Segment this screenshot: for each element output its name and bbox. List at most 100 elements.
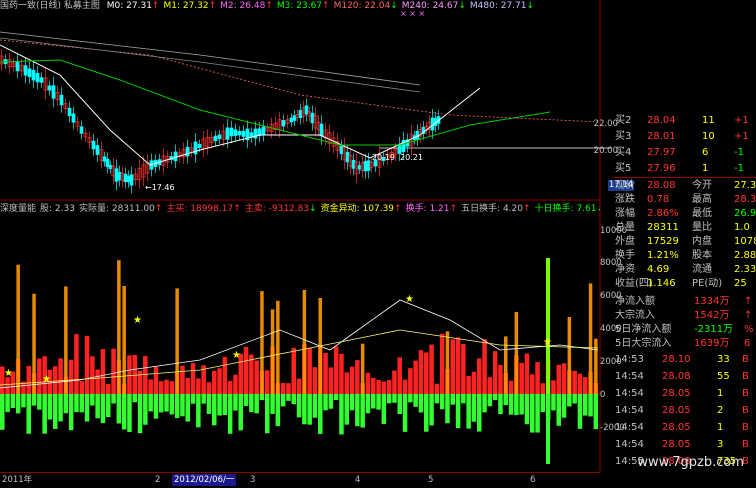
volume-bar-down [471, 394, 477, 422]
candle [31, 69, 36, 81]
price-label: 20.21 [400, 153, 423, 162]
candle [173, 151, 178, 162]
volume-bar-up [307, 347, 312, 394]
candle [47, 85, 52, 91]
signal-star: ★ [543, 337, 552, 348]
volume-bar-down [31, 394, 37, 406]
candle [233, 129, 238, 136]
volume-bar-up [106, 383, 111, 394]
volume-bar-up [265, 370, 270, 394]
orderbook-price: 27.97 [647, 147, 676, 158]
volume-bar-down [461, 394, 466, 404]
ma-line [0, 37, 421, 93]
volume-bar-up [190, 363, 196, 394]
volume-spike [567, 317, 572, 394]
kline-chart[interactable]: ←17.46 20.19 20.21 ★ ★ ★ ★ ★ ★ × × × [0, 0, 612, 472]
volume-bar-down [111, 394, 116, 404]
tick-row: 14:54 28.08 55 B [612, 369, 756, 385]
volume-bar-up [185, 377, 190, 394]
volume-bar-up [291, 347, 296, 394]
trend-arrow: ↑ [449, 204, 458, 214]
volume-bar-down [79, 394, 84, 413]
volume-bar-down [100, 394, 106, 424]
volume-bar-down [302, 394, 307, 425]
volume-bar-up [392, 370, 397, 394]
volume-bar-up [477, 358, 482, 394]
volume-bar-up [498, 365, 503, 394]
volume-bar-down [153, 394, 159, 419]
volume-bar-up [74, 334, 79, 394]
tick-number: 3 [250, 475, 256, 485]
volume-bar-down [47, 394, 53, 420]
volume-bar-down [424, 394, 429, 432]
volume-bar-down [265, 394, 270, 434]
volume-bar-up [68, 359, 74, 394]
price-low-label: ←17.46 [145, 183, 175, 192]
volume-bar-up [530, 374, 535, 394]
tick-row: 14:54 28.05 1 B [612, 386, 756, 402]
volume-bar-up [540, 383, 546, 394]
tick-volume: 1 [717, 388, 724, 399]
volume-bar-down [445, 394, 450, 424]
volume-bar-down [63, 394, 69, 414]
tick-number: 6 [530, 475, 536, 485]
volume-bar-down [477, 394, 482, 432]
volume-bar-down [498, 394, 503, 415]
volume-bar-up [418, 350, 424, 394]
tick-volume: 33 [717, 354, 730, 365]
volume-bar-up [148, 379, 153, 394]
candle [39, 77, 44, 83]
volume-bar-down [492, 394, 498, 401]
volume-bar-up [164, 379, 169, 394]
orderbook-label: 买3 [615, 131, 632, 142]
volume-bar-down [254, 394, 259, 414]
volume-bar-down [307, 394, 312, 425]
volume-bar-down [84, 394, 90, 422]
tick-time: 14:54 [615, 422, 644, 433]
volume-bar-down [185, 394, 190, 422]
volume-bar-down [583, 394, 588, 416]
volume-bar-down [121, 394, 127, 430]
candle [319, 123, 324, 137]
volume-spike [360, 343, 365, 394]
tick-price: 28.05 [662, 439, 691, 450]
volume-bar-down [503, 394, 508, 406]
candle [363, 161, 368, 172]
volume-bar-up [487, 377, 493, 394]
volume-spike [276, 300, 280, 394]
volume-bar-up [577, 373, 583, 394]
volume-bar-down [164, 394, 169, 412]
volume-bar-up [450, 339, 455, 394]
tick-volume: 55 [717, 371, 730, 382]
tick-time: 14:54 [615, 405, 644, 416]
candle [27, 68, 32, 78]
volume-bar-up [127, 355, 132, 394]
volume-bar-down [466, 394, 471, 429]
trend-arrow: ↑ [154, 204, 163, 214]
candle [91, 140, 96, 150]
tick-row: 14:54 28.05 2 B [612, 403, 756, 419]
volume-indicator: 主买: 18998.17 [166, 204, 234, 214]
tick-price: 28.05 [662, 388, 691, 399]
volume-bar-down [514, 394, 519, 416]
candle [351, 160, 356, 169]
orderbook-row: 买2 28.04 11 +1 [612, 113, 756, 129]
orderbook-volume: 11 [702, 115, 715, 126]
candle [292, 115, 297, 121]
signal-star: ★ [133, 315, 142, 326]
volume-bar-down [392, 394, 397, 403]
volume-indicator: 五日换手: 4.20 [461, 204, 523, 214]
volume-bar-up [519, 362, 524, 394]
volume-bar-down [37, 394, 42, 410]
volume-bar-down [371, 394, 376, 409]
volume-indicator: 实际量: 28311.00 [78, 204, 155, 214]
marker: × × × [400, 9, 425, 18]
trend-arrow: ↑ [233, 204, 241, 214]
tick-time: 14:54 [615, 371, 644, 382]
orderbook-volume: 10 [702, 131, 715, 142]
volume-bar-up [90, 356, 95, 394]
volume-indicator: 换手: 1.21 [405, 204, 450, 214]
volume-bar-down [227, 394, 233, 434]
volume-bar-up [254, 360, 259, 394]
volume-indicator: 十日换手: 7.61 [534, 204, 597, 214]
